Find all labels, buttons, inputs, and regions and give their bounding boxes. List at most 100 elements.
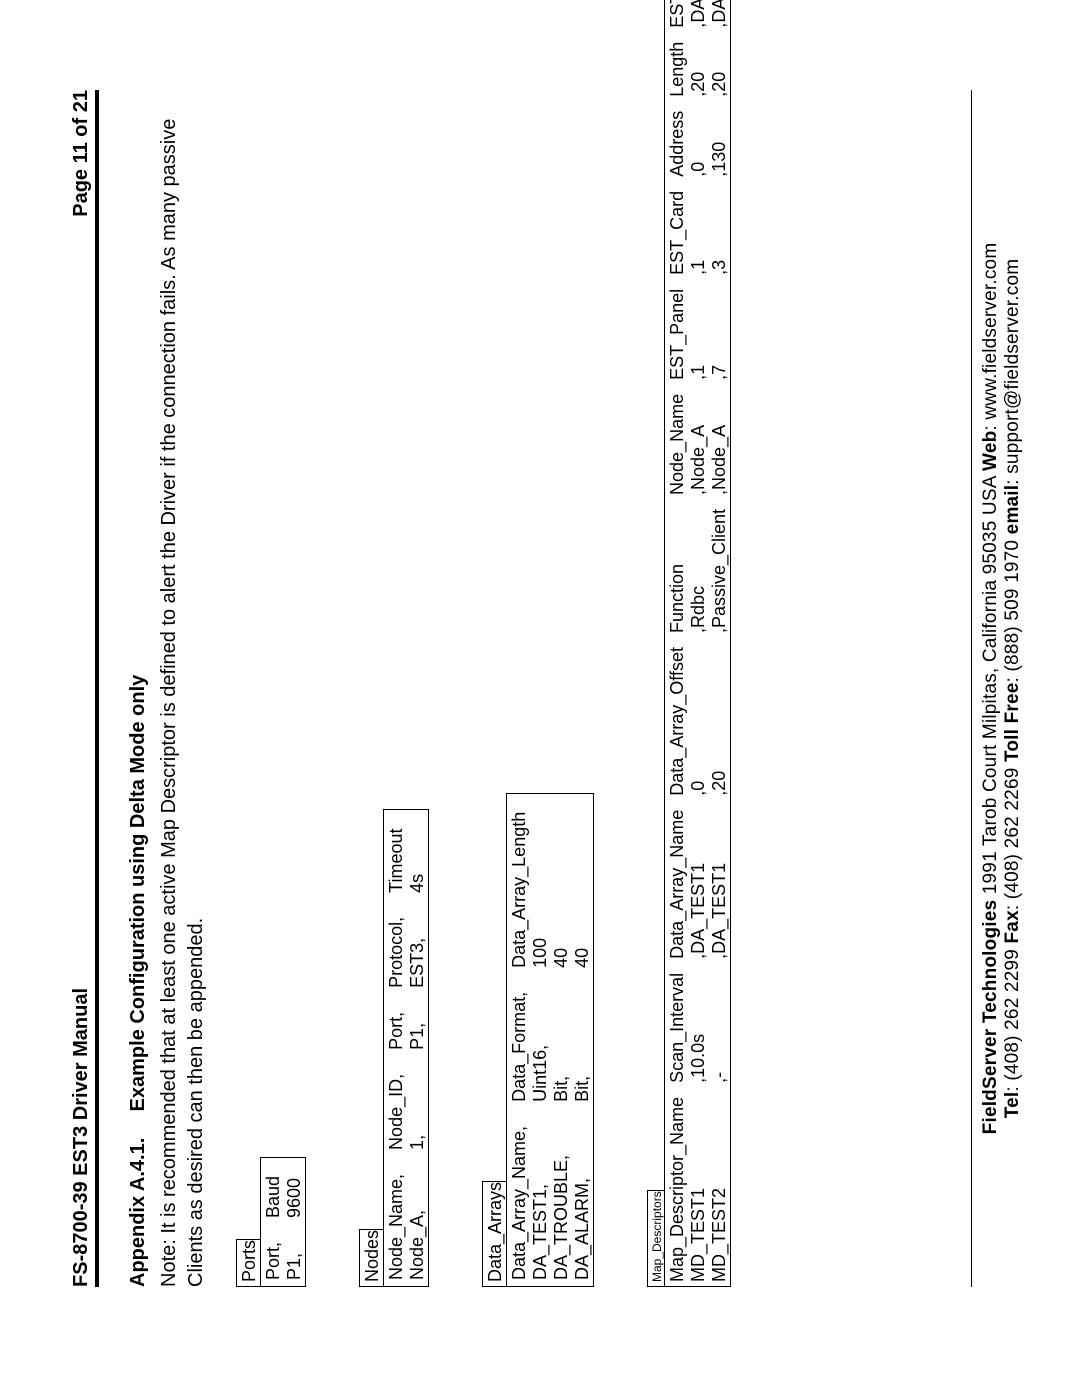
footer-tollfree-label: Toll Free: [1002, 682, 1023, 762]
cell: 1,: [407, 1056, 428, 1156]
cell: ,DA_TROUBLE: [688, 0, 709, 32]
page: FS-8700-39 EST3 Driver Manual Page 11 of…: [0, 0, 1080, 1397]
cell: ,Rdbc: [688, 499, 709, 637]
footer-web: : www.fieldserver.com: [980, 243, 1001, 431]
cell: ,130: [709, 101, 730, 181]
cell: 40: [572, 794, 593, 974]
cell: 4s: [407, 810, 428, 898]
cell: ,1: [688, 279, 709, 384]
nodes-table: Node_Name, Node_ID, Port, Protocol, Time…: [384, 810, 428, 1286]
cell: ,Node_A: [709, 384, 730, 499]
col: Port,: [384, 994, 407, 1056]
nodes-block: Nodes Node_Name, Node_ID, Port, Protocol…: [359, 90, 458, 1287]
cell: ,Node_A: [688, 384, 709, 499]
cell: ,DA_TROUBLE: [709, 0, 730, 32]
col: Node_Name,: [384, 1156, 407, 1286]
footer-fax: : (408) 262 2269: [1002, 762, 1023, 910]
col: Length: [665, 32, 688, 101]
col: Timeout: [384, 810, 407, 898]
cell: Bit,: [551, 974, 572, 1108]
col: Data_Array_Length: [507, 794, 530, 974]
cell: ,-: [709, 963, 730, 1087]
footer-email-label: email: [1002, 485, 1023, 535]
table-header-row: Data_Array_Name, Data_Format, Data_Array…: [507, 794, 530, 1286]
cell: Uint16,: [530, 974, 551, 1108]
table-row: DA_ALARM, Bit, 40: [572, 794, 593, 1286]
cell: MD_TEST1: [688, 1087, 709, 1286]
ports-block: Ports Port, Baud P1, 9600: [236, 90, 335, 1287]
footer-fax-label: Fax: [1002, 910, 1023, 943]
footer-line-2: Tel: (408) 262 2299 Fax: (408) 262 2269 …: [1002, 90, 1024, 1287]
cell: ,10.0s: [688, 963, 709, 1087]
cell: ,1: [688, 181, 709, 279]
map-descriptors-table: Map_Descriptor_Name Scan_Interval Data_A…: [665, 0, 730, 1286]
data-arrays-table: Data_Array_Name, Data_Format, Data_Array…: [507, 794, 593, 1286]
col: Node_Name: [665, 384, 688, 499]
cell: 100: [530, 794, 551, 974]
section-note: Note: It is recommended that at least on…: [156, 90, 210, 1287]
cell: DA_TEST1,: [530, 1108, 551, 1286]
col-baud: Baud: [261, 1158, 284, 1224]
footer-tel: : (408) 262 2299: [1002, 944, 1023, 1092]
cell: ,0: [688, 101, 709, 181]
col: EST_Trouble_DA: [665, 0, 688, 32]
col: Data_Array_Name: [665, 800, 688, 963]
col: Address: [665, 101, 688, 181]
col: Data_Array_Name,: [507, 1108, 530, 1286]
col-port: Port,: [261, 1224, 284, 1286]
section-title: Example Configuration using Delta Mode o…: [127, 675, 149, 1112]
data-arrays-block: Data_Arrays Data_Array_Name, Data_Format…: [482, 90, 623, 1287]
cell: EST3,: [407, 899, 428, 994]
footer-email: : support@fieldserver.com: [1002, 259, 1023, 485]
page-number: Page 11 of 21: [70, 90, 93, 217]
table-header-row: Node_Name, Node_ID, Port, Protocol, Time…: [384, 810, 407, 1286]
col: EST_Panel: [665, 279, 688, 384]
footer-address: 1991 Tarob Court Milpitas, California 95…: [980, 471, 1001, 900]
section-number: Appendix A.4.1.: [127, 1117, 150, 1287]
cell: P1,: [284, 1224, 305, 1286]
table-row: P1, 9600: [284, 1158, 305, 1286]
ports-label: Ports: [236, 1239, 260, 1287]
nodes-label: Nodes: [359, 1229, 383, 1287]
cell: ,DA_TEST1: [688, 800, 709, 963]
page-header: FS-8700-39 EST3 Driver Manual Page 11 of…: [70, 90, 99, 1287]
footer-company: FieldServer Technologies: [980, 900, 1001, 1135]
cell: ,DA_TEST1: [709, 800, 730, 963]
footer-web-label: Web: [980, 431, 1001, 471]
section-heading: Appendix A.4.1. Example Configuration us…: [127, 90, 150, 1287]
table-row: MD_TEST2 ,- ,DA_TEST1 ,20 ,Passive_Clien…: [709, 0, 730, 1286]
table-header-row: Port, Baud: [261, 1158, 284, 1286]
cell: P1,: [407, 994, 428, 1056]
ports-table: Port, Baud P1, 9600: [261, 1158, 305, 1286]
cell: 40: [551, 794, 572, 974]
table-header-row: Map_Descriptor_Name Scan_Interval Data_A…: [665, 0, 688, 1286]
cell: Bit,: [572, 974, 593, 1108]
table-row: DA_TEST1, Uint16, 100: [530, 794, 551, 1286]
table-row: MD_TEST1 ,10.0s ,DA_TEST1 ,0 ,Rdbc ,Node…: [688, 0, 709, 1286]
cell: DA_ALARM,: [572, 1108, 593, 1286]
cell: ,20: [709, 32, 730, 101]
footer-line-1: FieldServer Technologies 1991 Tarob Cour…: [980, 90, 1002, 1287]
table-row: Node_A, 1, P1, EST3, 4s: [407, 810, 428, 1286]
col: EST_Card: [665, 181, 688, 279]
cell: Node_A,: [407, 1156, 428, 1286]
cell: ,20: [688, 32, 709, 101]
col: Protocol,: [384, 899, 407, 994]
cell: ,Passive_Client: [709, 499, 730, 637]
page-footer: FieldServer Technologies 1991 Tarob Cour…: [971, 90, 1024, 1287]
cell: DA_TROUBLE,: [551, 1108, 572, 1286]
table-row: DA_TROUBLE, Bit, 40: [551, 794, 572, 1286]
col: Node_ID,: [384, 1056, 407, 1156]
cell: MD_TEST2: [709, 1087, 730, 1286]
col: Function: [665, 499, 688, 637]
col: Map_Descriptor_Name: [665, 1087, 688, 1286]
cell: ,7: [709, 279, 730, 384]
data-arrays-label: Data_Arrays: [482, 1181, 506, 1287]
cell: ,20: [709, 637, 730, 800]
doc-title: FS-8700-39 EST3 Driver Manual: [70, 988, 93, 1287]
col: Data_Array_Offset: [665, 637, 688, 800]
map-descriptors-block: Map_Descriptors Map_Descriptor_Name Scan…: [647, 90, 758, 1287]
cell: ,3: [709, 181, 730, 279]
footer-tel-label: Tel: [1002, 1092, 1023, 1119]
footer-tollfree: : (888) 509 1970: [1002, 534, 1023, 682]
